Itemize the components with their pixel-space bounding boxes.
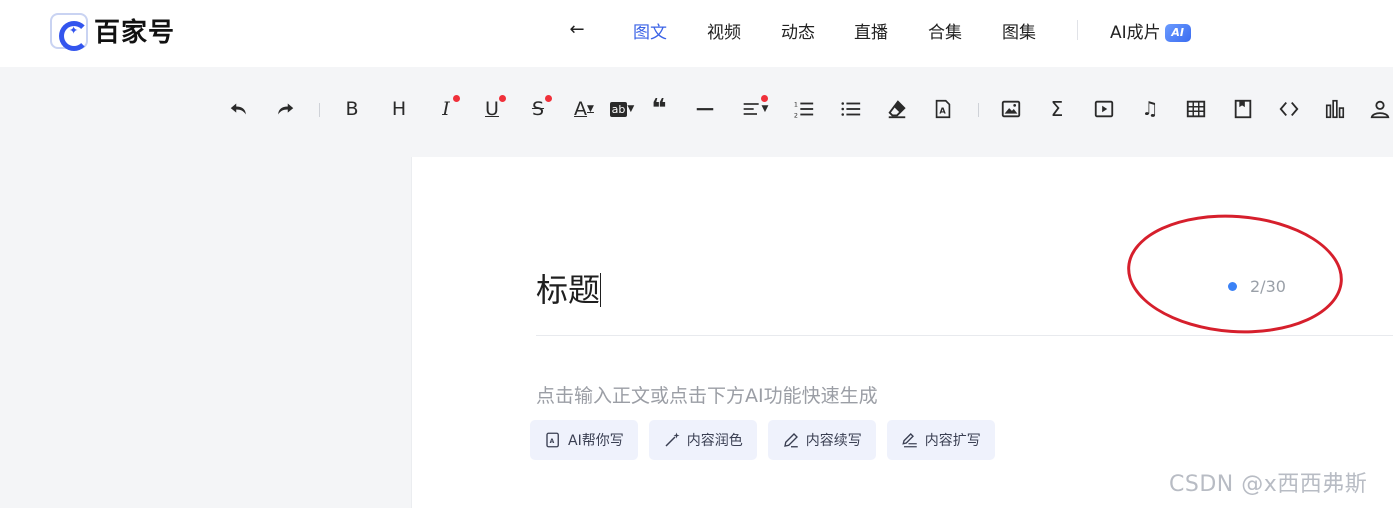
- logo[interactable]: 百家号: [50, 12, 176, 51]
- svg-text:A: A: [550, 438, 555, 445]
- eraser-icon[interactable]: [884, 96, 910, 122]
- chart-icon[interactable]: [1322, 96, 1348, 122]
- new-feature-dot: [761, 95, 768, 102]
- strikethrough-icon[interactable]: S: [525, 95, 552, 122]
- body-editor[interactable]: 点击输入正文或点击下方AI功能快速生成: [536, 381, 878, 408]
- continue-writing-button[interactable]: 内容续写: [767, 420, 876, 460]
- highlight-icon[interactable]: ab ▼: [606, 96, 638, 122]
- title-value: 标题: [536, 271, 601, 309]
- pen-lines-icon: [902, 433, 917, 448]
- caret-down-icon: ▼: [761, 104, 769, 114]
- title-divider: [536, 335, 1393, 336]
- table-icon[interactable]: [1183, 96, 1209, 122]
- bold-icon[interactable]: B: [339, 96, 365, 122]
- toolbar-divider: [319, 103, 320, 117]
- svg-text:A: A: [939, 106, 946, 116]
- bookmark-icon[interactable]: [1230, 96, 1256, 122]
- nav-divider: [1077, 20, 1078, 40]
- caret-down-icon: ▼: [627, 104, 635, 114]
- new-feature-dot: [499, 95, 506, 102]
- italic-glyph: I: [442, 98, 450, 120]
- logo-text: 百家号: [94, 18, 176, 48]
- svg-text:1: 1: [794, 100, 798, 108]
- text-caret: [600, 273, 602, 307]
- format-painter-icon[interactable]: A: [930, 96, 956, 122]
- video-icon[interactable]: [1091, 96, 1117, 122]
- font-color-icon[interactable]: A ▼: [568, 96, 600, 122]
- caret-down-icon: ▼: [587, 104, 594, 114]
- tab-article[interactable]: 图文: [633, 18, 667, 43]
- title-input[interactable]: 标题: [536, 265, 602, 311]
- svg-text:2: 2: [794, 111, 798, 119]
- ai-write-button[interactable]: A AI帮你写: [530, 420, 638, 460]
- ai-assist-buttons: A AI帮你写 内容润色 内容续写 内容扩写: [530, 420, 1006, 460]
- ordered-list-icon[interactable]: 12: [791, 96, 817, 122]
- tab-collection[interactable]: 合集: [928, 18, 962, 43]
- top-header: 百家号 ← 图文 视频 动态 直播 合集 图集 AI成片AI: [0, 0, 1393, 67]
- image-icon[interactable]: [998, 96, 1024, 122]
- font-color-glyph: A: [574, 98, 588, 120]
- music-icon[interactable]: ♫: [1137, 96, 1163, 122]
- tab-live[interactable]: 直播: [854, 18, 888, 43]
- tab-ai-video[interactable]: AI成片 AI: [1110, 18, 1191, 43]
- tab-video[interactable]: 视频: [707, 18, 741, 43]
- italic-icon[interactable]: I: [433, 95, 460, 122]
- ai-write-label: AI帮你写: [568, 433, 624, 449]
- tab-ai-video-label: AI成片: [1110, 22, 1161, 43]
- underline-glyph: U: [485, 98, 499, 120]
- tab-gallery[interactable]: 图集: [1002, 18, 1036, 43]
- divider-icon[interactable]: [692, 96, 718, 122]
- continue-writing-label: 内容续写: [805, 433, 862, 449]
- undo-icon[interactable]: [226, 96, 252, 122]
- user-icon[interactable]: [1367, 96, 1393, 122]
- watermark: CSDN @x西西弗斯: [1169, 472, 1368, 497]
- quote-icon[interactable]: ❝: [646, 94, 672, 124]
- magic-wand-icon: [665, 432, 680, 447]
- ai-write-icon: A: [546, 432, 559, 448]
- highlight-glyph: ab: [609, 101, 628, 117]
- baijiahao-logo-icon: [50, 12, 89, 51]
- tab-dynamic[interactable]: 动态: [781, 18, 815, 43]
- underline-icon[interactable]: U: [479, 95, 506, 122]
- toolbar-divider: [978, 103, 979, 117]
- redo-icon[interactable]: [272, 96, 298, 122]
- polish-content-button[interactable]: 内容润色: [648, 420, 757, 460]
- ai-badge-icon: AI: [1164, 23, 1191, 42]
- polish-content-label: 内容润色: [686, 433, 743, 449]
- expand-content-button[interactable]: 内容扩写: [886, 420, 995, 460]
- code-icon[interactable]: [1276, 96, 1302, 122]
- strikethrough-glyph: S: [531, 98, 545, 120]
- arrow-left-icon[interactable]: ←: [565, 18, 589, 42]
- new-feature-dot: [453, 95, 460, 102]
- formula-icon[interactable]: Σ: [1044, 96, 1070, 122]
- expand-content-label: 内容扩写: [924, 433, 981, 449]
- pen-icon: [783, 433, 798, 448]
- new-feature-dot: [545, 95, 552, 102]
- heading-icon[interactable]: H: [386, 96, 412, 122]
- align-icon[interactable]: ▼: [739, 95, 771, 122]
- unordered-list-icon[interactable]: [838, 96, 864, 122]
- editor-toolbar: B H I U S A ▼ ab ▼ ❝ ▼ 12 A Σ ♫: [0, 67, 1393, 153]
